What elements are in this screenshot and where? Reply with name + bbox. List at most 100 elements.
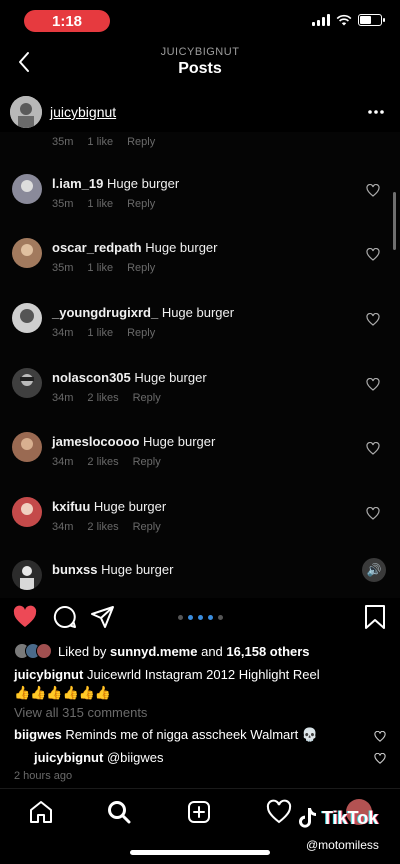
comments-list[interactable]: 35m 1 like Reply l.iam_19 Huge burger 35… [0, 132, 400, 598]
comment-username[interactable]: bunxss [52, 562, 98, 577]
comment-item: oscar_redpath Huge burger 35m 1 like Reply [0, 238, 400, 302]
likes-count[interactable]: 16,158 others [226, 644, 309, 659]
liker-avatars [14, 643, 52, 659]
comment-username[interactable]: l.iam_19 [52, 176, 103, 191]
comment-likes[interactable]: 1 like [87, 262, 113, 274]
battery-icon [358, 14, 385, 26]
nav-header: JUICYBIGNUT Posts [0, 40, 400, 88]
comment-avatar[interactable] [12, 560, 42, 590]
heart-icon[interactable] [366, 313, 380, 326]
comment-username[interactable]: kxifuu [52, 499, 90, 514]
heart-icon[interactable] [366, 248, 380, 261]
comment-avatar[interactable] [12, 303, 42, 333]
signal-icon [312, 14, 330, 26]
comment-meta: 35m 1 like Reply [52, 262, 155, 274]
comment-username[interactable]: _youngdrugixrd_ [52, 305, 158, 320]
tiktok-brand: TikTok [322, 807, 379, 828]
preview-comment: biigwes Reminds me of nigga asscheek Wal… [14, 727, 318, 743]
comment-username[interactable]: nolascon305 [52, 370, 131, 385]
heart-icon[interactable] [374, 753, 386, 764]
tiktok-watermark: TikTok [296, 806, 378, 830]
comment-item: _youngdrugixrd_ Huge burger 34m 1 like Rep… [0, 303, 400, 367]
comment-time: 34m [52, 521, 74, 533]
post-timestamp: 2 hours ago [14, 770, 73, 782]
comment-avatar[interactable] [12, 238, 42, 268]
comment-username[interactable]: biigwes [14, 727, 62, 742]
comment-username[interactable]: oscar_redpath [52, 240, 142, 255]
comment-avatar[interactable] [12, 368, 42, 398]
home-indicator[interactable] [130, 850, 270, 855]
liker-username[interactable]: sunnyd.meme [110, 644, 197, 659]
comment-likes[interactable]: 2 likes [87, 392, 118, 404]
heart-icon[interactable] [366, 184, 380, 197]
post-caption: juicybignut Juicewrld Instagram 2012 Hig… [14, 666, 386, 702]
comment-text: bunxss Huge burger [52, 562, 173, 577]
comment-likes[interactable]: 2 likes [87, 456, 118, 468]
comment-likes[interactable]: 1 like [87, 198, 113, 210]
likes-joiner: and [201, 643, 223, 659]
comment-icon[interactable] [52, 604, 78, 630]
owner-avatar[interactable] [10, 96, 42, 128]
caption-username[interactable]: juicybignut [14, 667, 83, 682]
post-owner-row: juicybignut [0, 92, 400, 132]
comment-body: Huge burger [161, 305, 235, 320]
comment-body: Huge burger [93, 499, 167, 514]
preview-reply: juicybignut @biigwes [34, 750, 164, 765]
comment-username[interactable]: jameslocoooo [52, 434, 139, 449]
comment-avatar[interactable] [12, 497, 42, 527]
likes-prefix: Liked by [58, 643, 107, 659]
comment-avatar[interactable] [12, 174, 42, 204]
reply-button[interactable]: Reply [127, 262, 155, 274]
comment-meta: 34m 2 likes Reply [52, 392, 161, 404]
comment-text: nolascon305 Huge burger [52, 370, 207, 385]
status-time[interactable]: 1:18 [24, 10, 110, 32]
comment-likes[interactable]: 2 likes [87, 521, 118, 533]
comment-body: Huge burger [101, 562, 174, 577]
comment-time: 34m [52, 327, 74, 339]
reply-button[interactable]: Reply [127, 198, 155, 210]
comment-text: _youngdrugixrd_ Huge burger [52, 305, 234, 320]
comment-item: l.iam_19 Huge burger 35m 1 like Reply [0, 174, 400, 250]
reply-button[interactable]: Reply [133, 456, 161, 468]
sound-icon[interactable]: 🔊 [362, 558, 386, 582]
comment-likes[interactable]: 1 like [87, 327, 113, 339]
likes-summary[interactable]: Liked by sunnyd.meme and 16,158 others [14, 642, 310, 660]
reply-button[interactable]: Reply [133, 521, 161, 533]
reply-button[interactable]: Reply [127, 327, 155, 339]
heart-icon[interactable] [12, 604, 38, 630]
heart-icon[interactable] [366, 442, 380, 455]
tiktok-logo-icon [299, 808, 316, 828]
comment-time: 35m [52, 136, 74, 148]
heart-icon[interactable] [366, 507, 380, 520]
comment-time: 34m [52, 456, 74, 468]
home-icon[interactable] [28, 799, 54, 825]
comment-meta: 34m 1 like Reply [52, 327, 155, 339]
comment-username[interactable]: juicybignut [34, 750, 103, 765]
view-all-comments-link[interactable]: View all 315 comments [14, 705, 147, 720]
search-icon[interactable] [106, 799, 132, 825]
more-icon[interactable] [366, 104, 386, 120]
comment-likes[interactable]: 1 like [87, 136, 113, 148]
comment-body: Huge burger [106, 176, 180, 191]
bookmark-icon[interactable] [362, 604, 388, 630]
heart-icon[interactable] [374, 731, 386, 742]
post-action-bar [0, 600, 400, 636]
comment-meta: 34m 2 likes Reply [52, 456, 161, 468]
add-icon[interactable] [186, 799, 212, 825]
reply-button[interactable]: Reply [133, 392, 161, 404]
wifi-icon [336, 14, 352, 26]
owner-username[interactable]: juicybignut [50, 104, 116, 120]
heart-icon[interactable] [366, 378, 380, 391]
comment-time: 34m [52, 392, 74, 404]
share-icon[interactable] [90, 604, 116, 630]
comment-avatar[interactable] [12, 432, 42, 462]
page-title: Posts [178, 60, 222, 77]
comment-body: Huge burger [134, 370, 207, 385]
carousel-indicator [178, 615, 223, 620]
activity-icon[interactable] [266, 799, 292, 825]
reply-button[interactable]: Reply [127, 136, 155, 148]
partial-comment-meta: 35m 1 like Reply [52, 136, 155, 148]
comment-text: oscar_redpath Huge burger [52, 240, 218, 255]
comment-meta: 35m 1 like Reply [52, 198, 155, 210]
comment-text: jameslocoooo Huge burger [52, 434, 215, 449]
